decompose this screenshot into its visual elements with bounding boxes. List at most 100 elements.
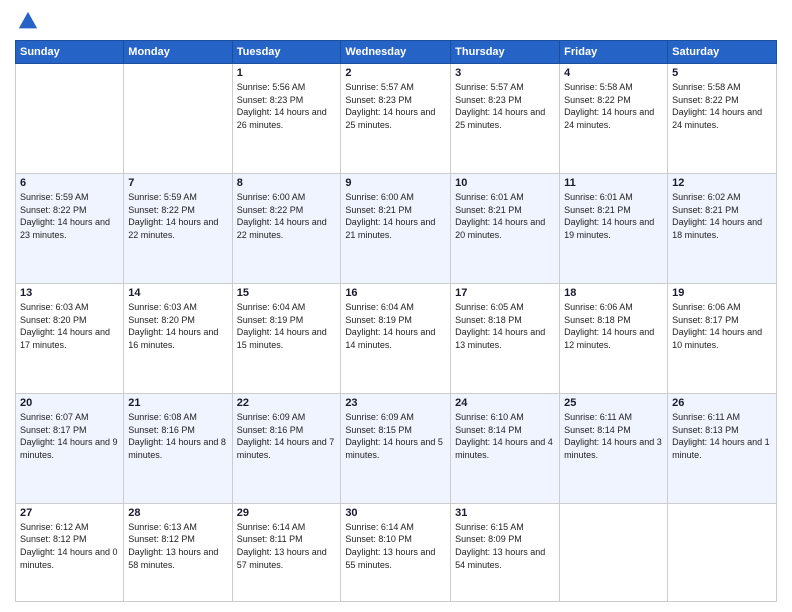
calendar-cell: 10 Sunrise: 6:01 AMSunset: 8:21 PMDayligh…	[451, 173, 560, 283]
day-number: 7	[128, 177, 227, 189]
day-number: 22	[237, 397, 337, 409]
calendar-cell: 1Sunrise: 5:56 AMSunset: 8:23 PMDaylight…	[232, 64, 341, 174]
day-info: Sunrise: 6:12 AMSunset: 8:12 PMDaylight:…	[20, 521, 119, 571]
week-row-4: 20Sunrise: 6:07 AMSunset: 8:17 PMDayligh…	[16, 393, 777, 503]
day-number: 30	[345, 507, 446, 519]
calendar-cell: 28Sunrise: 6:13 AMSunset: 8:12 PMDayligh…	[124, 503, 232, 601]
day-info: Sunrise: 6:09 AMSunset: 8:16 PMDaylight:…	[237, 411, 337, 461]
calendar-cell: 6 Sunrise: 5:59 AMSunset: 8:22 PMDaylight…	[16, 173, 124, 283]
calendar-cell: 17Sunrise: 6:05 AMSunset: 8:18 PMDayligh…	[451, 283, 560, 393]
calendar-cell: 21 Sunrise: 6:08 AMSunset: 8:16 PMDayligh…	[124, 393, 232, 503]
day-info: Sunrise: 6:11 AMSunset: 8:14 PMDaylight:…	[564, 411, 663, 461]
day-number: 26	[672, 397, 772, 409]
week-row-2: 6 Sunrise: 5:59 AMSunset: 8:22 PMDaylight…	[16, 173, 777, 283]
calendar-cell: 16 Sunrise: 6:04 AMSunset: 8:19 PMDayligh…	[341, 283, 451, 393]
weekday-header-sunday: Sunday	[16, 41, 124, 64]
day-info: Sunrise: 6:06 AMSunset: 8:17 PMDaylight:…	[672, 301, 772, 351]
calendar-cell	[560, 503, 668, 601]
weekday-header-tuesday: Tuesday	[232, 41, 341, 64]
day-info: Sunrise: 6:14 AMSunset: 8:11 PMDaylight:…	[237, 521, 337, 571]
day-number: 27	[20, 507, 119, 519]
day-number: 6	[20, 177, 119, 189]
logo	[15, 10, 39, 32]
day-number: 19	[672, 287, 772, 299]
day-info: Sunrise: 5:58 AMSunset: 8:22 PMDaylight:…	[564, 81, 663, 131]
calendar-cell	[16, 64, 124, 174]
day-number: 12	[672, 177, 772, 189]
weekday-header-wednesday: Wednesday	[341, 41, 451, 64]
logo-icon	[17, 10, 39, 32]
calendar-cell: 3 Sunrise: 5:57 AMSunset: 8:23 PMDaylight…	[451, 64, 560, 174]
calendar-cell: 8 Sunrise: 6:00 AMSunset: 8:22 PMDaylight…	[232, 173, 341, 283]
day-number: 5	[672, 67, 772, 79]
day-info: Sunrise: 6:03 AMSunset: 8:20 PMDaylight:…	[20, 301, 119, 351]
calendar-cell: 2 Sunrise: 5:57 AMSunset: 8:23 PMDaylight…	[341, 64, 451, 174]
day-info: Sunrise: 6:01 AMSunset: 8:21 PMDaylight:…	[564, 191, 663, 241]
calendar-cell: 5 Sunrise: 5:58 AMSunset: 8:22 PMDaylight…	[668, 64, 777, 174]
calendar-cell: 25 Sunrise: 6:11 AMSunset: 8:14 PMDayligh…	[560, 393, 668, 503]
day-number: 8	[237, 177, 337, 189]
weekday-header-friday: Friday	[560, 41, 668, 64]
day-info: Sunrise: 5:58 AMSunset: 8:22 PMDaylight:…	[672, 81, 772, 131]
calendar-cell: 11 Sunrise: 6:01 AMSunset: 8:21 PMDayligh…	[560, 173, 668, 283]
day-number: 21	[128, 397, 227, 409]
calendar-cell: 29 Sunrise: 6:14 AMSunset: 8:11 PMDayligh…	[232, 503, 341, 601]
day-number: 2	[345, 67, 446, 79]
day-info: Sunrise: 6:03 AMSunset: 8:20 PMDaylight:…	[128, 301, 227, 351]
day-info: Sunrise: 6:04 AMSunset: 8:19 PMDaylight:…	[237, 301, 337, 351]
day-number: 14	[128, 287, 227, 299]
day-info: Sunrise: 6:09 AMSunset: 8:15 PMDaylight:…	[345, 411, 446, 461]
day-info: Sunrise: 6:11 AMSunset: 8:13 PMDaylight:…	[672, 411, 772, 461]
day-info: Sunrise: 6:01 AMSunset: 8:21 PMDaylight:…	[455, 191, 555, 241]
calendar-cell	[668, 503, 777, 601]
day-number: 3	[455, 67, 555, 79]
calendar-cell: 26 Sunrise: 6:11 AMSunset: 8:13 PMDayligh…	[668, 393, 777, 503]
calendar-cell: 18Sunrise: 6:06 AMSunset: 8:18 PMDayligh…	[560, 283, 668, 393]
day-number: 29	[237, 507, 337, 519]
day-number: 9	[345, 177, 446, 189]
day-info: Sunrise: 5:59 AMSunset: 8:22 PMDaylight:…	[128, 191, 227, 241]
day-info: Sunrise: 6:00 AMSunset: 8:22 PMDaylight:…	[237, 191, 337, 241]
day-info: Sunrise: 6:02 AMSunset: 8:21 PMDaylight:…	[672, 191, 772, 241]
day-number: 16	[345, 287, 446, 299]
calendar-cell: 20Sunrise: 6:07 AMSunset: 8:17 PMDayligh…	[16, 393, 124, 503]
day-info: Sunrise: 6:10 AMSunset: 8:14 PMDaylight:…	[455, 411, 555, 461]
day-number: 13	[20, 287, 119, 299]
day-info: Sunrise: 5:57 AMSunset: 8:23 PMDaylight:…	[455, 81, 555, 131]
day-info: Sunrise: 6:07 AMSunset: 8:17 PMDaylight:…	[20, 411, 119, 461]
day-number: 15	[237, 287, 337, 299]
week-row-1: 1Sunrise: 5:56 AMSunset: 8:23 PMDaylight…	[16, 64, 777, 174]
calendar-cell: 24 Sunrise: 6:10 AMSunset: 8:14 PMDayligh…	[451, 393, 560, 503]
day-info: Sunrise: 6:06 AMSunset: 8:18 PMDaylight:…	[564, 301, 663, 351]
day-number: 11	[564, 177, 663, 189]
day-info: Sunrise: 5:59 AMSunset: 8:22 PMDaylight:…	[20, 191, 119, 241]
calendar-cell: 27 Sunrise: 6:12 AMSunset: 8:12 PMDayligh…	[16, 503, 124, 601]
day-info: Sunrise: 6:15 AMSunset: 8:09 PMDaylight:…	[455, 521, 555, 571]
calendar-cell	[124, 64, 232, 174]
calendar-cell: 13 Sunrise: 6:03 AMSunset: 8:20 PMDayligh…	[16, 283, 124, 393]
calendar-cell: 31 Sunrise: 6:15 AMSunset: 8:09 PMDayligh…	[451, 503, 560, 601]
calendar-cell: 14 Sunrise: 6:03 AMSunset: 8:20 PMDayligh…	[124, 283, 232, 393]
weekday-header-row: SundayMondayTuesdayWednesdayThursdayFrid…	[16, 41, 777, 64]
day-number: 25	[564, 397, 663, 409]
day-info: Sunrise: 5:57 AMSunset: 8:23 PMDaylight:…	[345, 81, 446, 131]
day-info: Sunrise: 6:14 AMSunset: 8:10 PMDaylight:…	[345, 521, 446, 571]
day-info: Sunrise: 6:08 AMSunset: 8:16 PMDaylight:…	[128, 411, 227, 461]
day-number: 1	[237, 67, 337, 79]
day-info: Sunrise: 6:13 AMSunset: 8:12 PMDaylight:…	[128, 521, 227, 571]
page-header	[15, 10, 777, 32]
calendar-cell: 9Sunrise: 6:00 AMSunset: 8:21 PMDaylight…	[341, 173, 451, 283]
day-info: Sunrise: 6:04 AMSunset: 8:19 PMDaylight:…	[345, 301, 446, 351]
calendar-table: SundayMondayTuesdayWednesdayThursdayFrid…	[15, 40, 777, 602]
calendar-cell: 22 Sunrise: 6:09 AMSunset: 8:16 PMDayligh…	[232, 393, 341, 503]
calendar-cell: 4Sunrise: 5:58 AMSunset: 8:22 PMDaylight…	[560, 64, 668, 174]
calendar-cell: 19 Sunrise: 6:06 AMSunset: 8:17 PMDayligh…	[668, 283, 777, 393]
week-row-5: 27 Sunrise: 6:12 AMSunset: 8:12 PMDayligh…	[16, 503, 777, 601]
weekday-header-monday: Monday	[124, 41, 232, 64]
day-number: 24	[455, 397, 555, 409]
weekday-header-thursday: Thursday	[451, 41, 560, 64]
day-number: 17	[455, 287, 555, 299]
day-number: 10	[455, 177, 555, 189]
day-number: 23	[345, 397, 446, 409]
day-number: 31	[455, 507, 555, 519]
